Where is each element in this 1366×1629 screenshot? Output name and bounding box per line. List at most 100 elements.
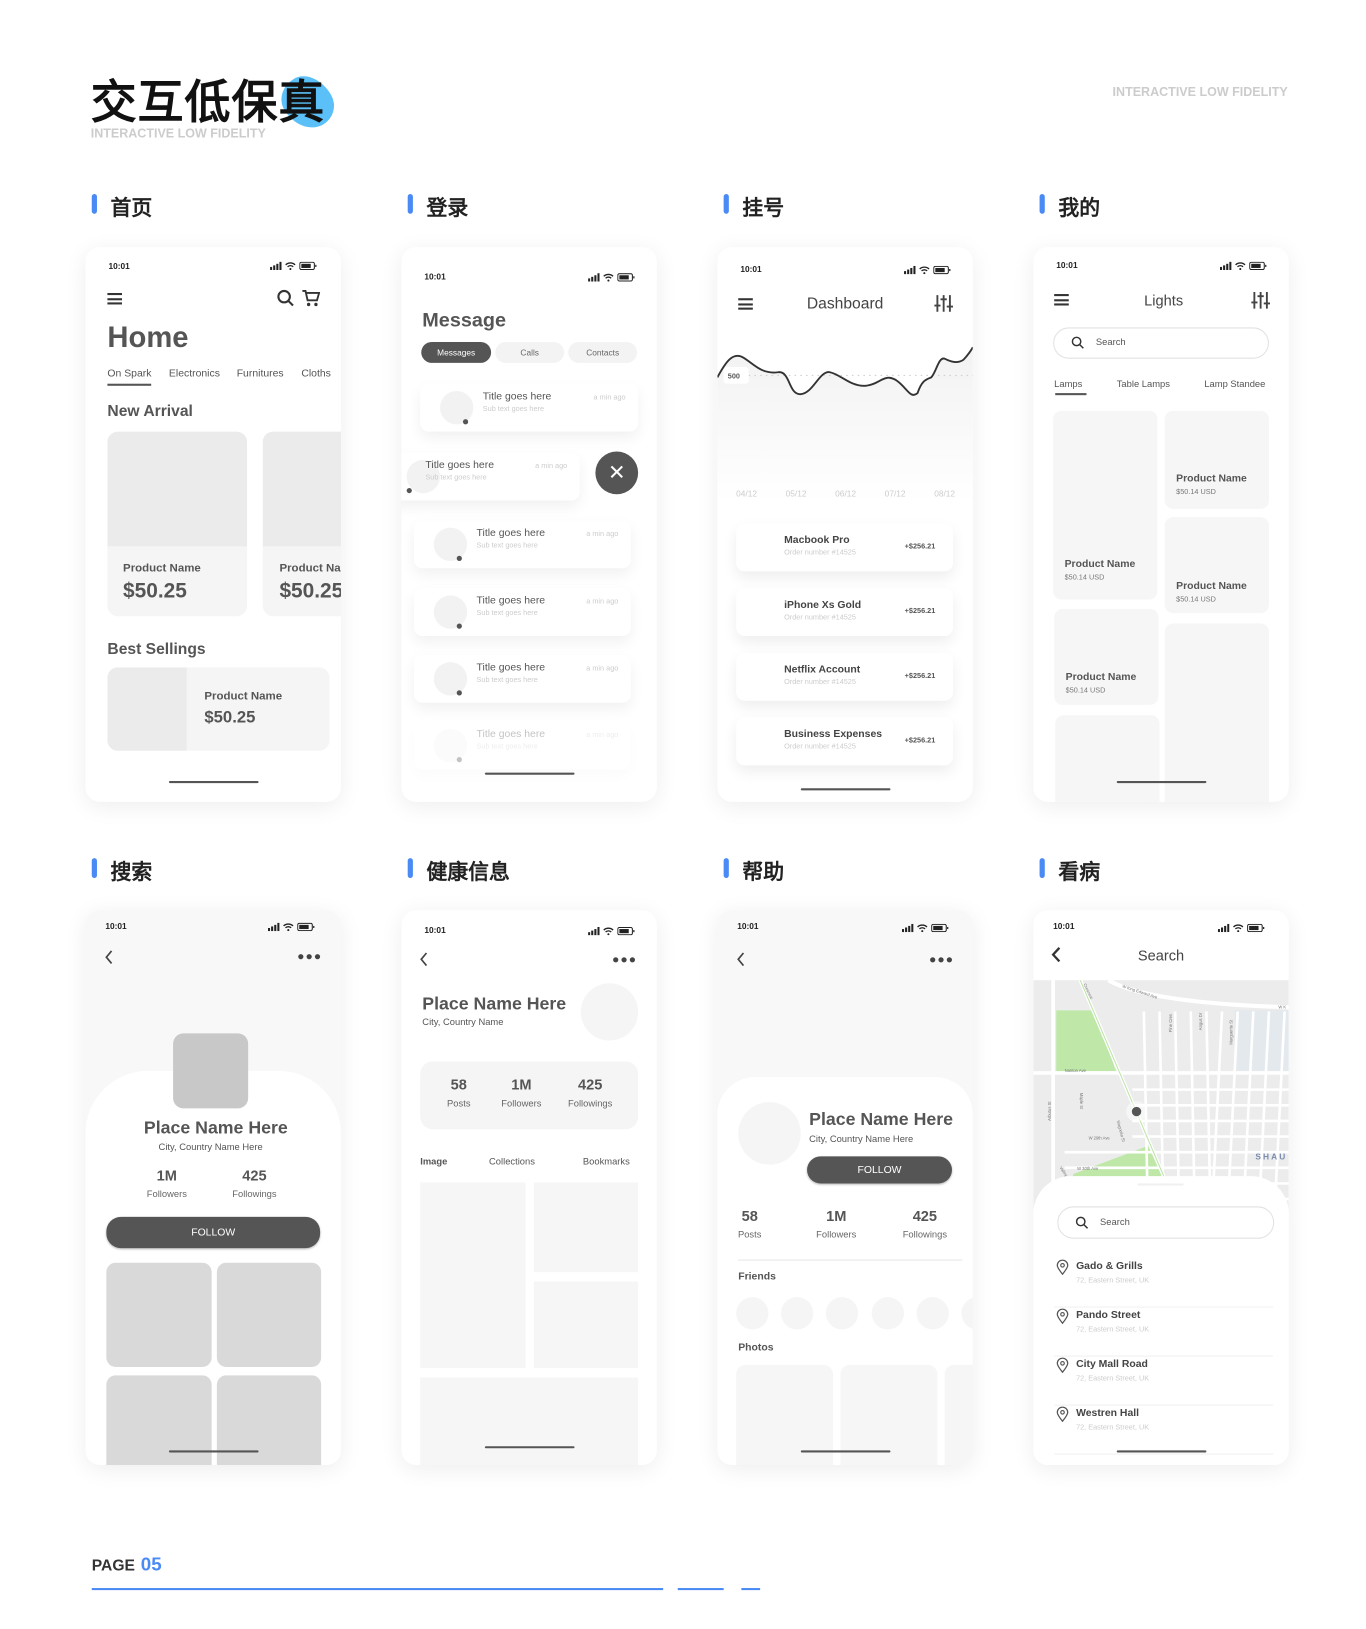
tab-furnitures[interactable]: Furnitures [237,368,284,379]
filter-sliders-icon[interactable] [1251,291,1271,310]
status-icons [261,922,315,932]
friend-avatar[interactable] [780,1297,814,1330]
back-chevron-icon[interactable] [419,952,429,967]
search-input[interactable]: Search [1057,1206,1275,1239]
back-chevron-icon[interactable] [736,952,746,967]
order-item[interactable]: Netflix Account Order number #14525 +$256.… [736,652,954,701]
message-item-swiped[interactable]: Title goes here Sub text goes here a min a… [401,452,580,501]
place-item[interactable]: City Mall Road 72, Eastern Street, UK [1054,1357,1274,1406]
cart-icon[interactable] [301,289,321,308]
tab-calls[interactable]: Calls [495,342,565,363]
x-tick-label: 08/12 [934,489,956,499]
order-item[interactable]: iPhone Xs Gold Order number #14525 +$256.2… [736,588,954,637]
avatar [580,983,639,1041]
tab-bookmarks[interactable]: Bookmarks [583,1156,630,1166]
product-tile[interactable]: Product Name $50.14 USD [1053,410,1158,600]
product-tile[interactable]: Product Name $50.14 USD [1164,410,1269,509]
search-title: Search [1137,946,1185,964]
order-number: Order number #14525 [784,743,856,751]
product-name: Product Name [1176,580,1247,593]
message-item[interactable]: Title goes here Sub text goes here a min a… [413,520,631,569]
tab-cloths[interactable]: Cloths [301,368,331,379]
tab-lamp-standee[interactable]: Lamp Standee [1204,379,1265,389]
filter-sliders-icon[interactable] [934,294,954,313]
photo-tile[interactable] [944,1364,973,1465]
section-label-home: 首页 [91,191,152,221]
message-item[interactable]: Title goes here Sub text goes here a min a… [420,383,639,432]
photo-tile[interactable] [216,1262,322,1367]
follow-button[interactable]: FOLLOW [807,1156,952,1184]
battery-icon [931,923,949,933]
order-amount: +$256.21 [904,672,936,680]
message-title: Title goes here [476,595,546,607]
tab-lamps[interactable]: Lamps [1054,379,1082,389]
best-selling-card[interactable]: Product Name $50.25 [107,667,330,751]
map-label: Pine Cres [1168,1014,1173,1032]
search-icon[interactable] [276,289,295,308]
status-dot [456,690,462,696]
place-item[interactable]: Gado & Grills 72, Eastern Street, UK [1054,1259,1274,1308]
tab-collections[interactable]: Collections [489,1156,535,1166]
image-tile[interactable] [420,1377,639,1465]
more-options-icon[interactable] [298,954,321,960]
place-address: 72, Eastern Street, UK [1076,1277,1150,1285]
product-card[interactable]: Product Na $50.25 [262,431,341,617]
wifi-icon [919,266,930,275]
product-tile[interactable]: Product Name $50.14 USD [1054,608,1159,705]
message-subtext: Sub text goes here [476,542,538,550]
home-indicator [168,1450,259,1453]
product-image [262,431,341,547]
battery-icon [617,273,635,282]
product-tile[interactable] [1055,715,1160,802]
place-item[interactable]: Pando Street 72, Eastern Street, UK [1054,1308,1274,1357]
tab-messages[interactable]: Messages [421,342,492,363]
message-item[interactable]: Title goes here Sub text goes here a min a… [413,721,631,770]
message-item[interactable]: Title goes here Sub text goes here a min a… [413,588,631,637]
photo-tile[interactable] [106,1262,212,1367]
tab-electronics[interactable]: Electronics [169,368,220,379]
more-options-icon[interactable] [930,957,952,963]
product-card[interactable]: Product Name $50.25 [107,431,248,617]
message-subtext: Sub text goes here [482,405,545,413]
avatar [433,595,468,629]
friend-avatar[interactable] [736,1297,769,1330]
place-name: Place Name Here [143,1117,288,1138]
friend-avatar[interactable] [916,1297,949,1330]
product-tile[interactable] [1164,623,1269,802]
x-tick-label: 07/12 [884,489,906,499]
image-tile[interactable] [420,1182,526,1369]
image-tile[interactable] [533,1281,639,1369]
divider [738,1259,963,1261]
posts-stat: 58 Posts [717,1207,782,1239]
tab-image[interactable]: Image [420,1156,447,1166]
status-time: 10:01 [740,264,762,275]
avatar [440,391,474,425]
search-input[interactable]: Search [1053,327,1269,359]
menu-icon[interactable] [107,292,122,305]
image-tile[interactable] [533,1182,639,1273]
order-item[interactable]: Macbook Pro Order number #14525 +$256.21 [736,523,954,572]
product-tile[interactable]: Product Name $50.14 USD [1164,517,1269,614]
tab-contacts[interactable]: Contacts [568,342,638,363]
message-item[interactable]: Title goes here Sub text goes here a min a… [413,654,631,703]
tab-on-spark[interactable]: On Spark [107,368,151,379]
order-name: Macbook Pro [784,534,850,547]
delete-button[interactable]: ✕ [595,451,639,495]
place-location: City, Country Name Here [158,1141,263,1153]
avatar [738,1102,801,1165]
place-item[interactable]: Westren Hall 72, Eastern Street, UK [1054,1406,1274,1455]
friend-avatar[interactable] [871,1297,905,1330]
follow-button[interactable]: FOLLOW [106,1216,321,1249]
order-item[interactable]: Business Expenses Order number #14525 +$25… [736,717,954,766]
status-time: 10:01 [737,921,759,932]
section-label-consult: 看病 [1039,855,1100,885]
order-amount: +$256.21 [904,607,936,616]
more-options-icon[interactable] [613,957,636,963]
friend-avatar[interactable] [825,1297,859,1330]
tab-table-lamps[interactable]: Table Lamps [1117,379,1170,389]
place-location: City, Country Name Here [809,1133,914,1144]
drag-handle[interactable] [1137,1183,1184,1186]
back-chevron-icon[interactable] [104,950,114,965]
product-name: Product Name [123,562,201,575]
location-pin-marker [1131,1106,1142,1117]
